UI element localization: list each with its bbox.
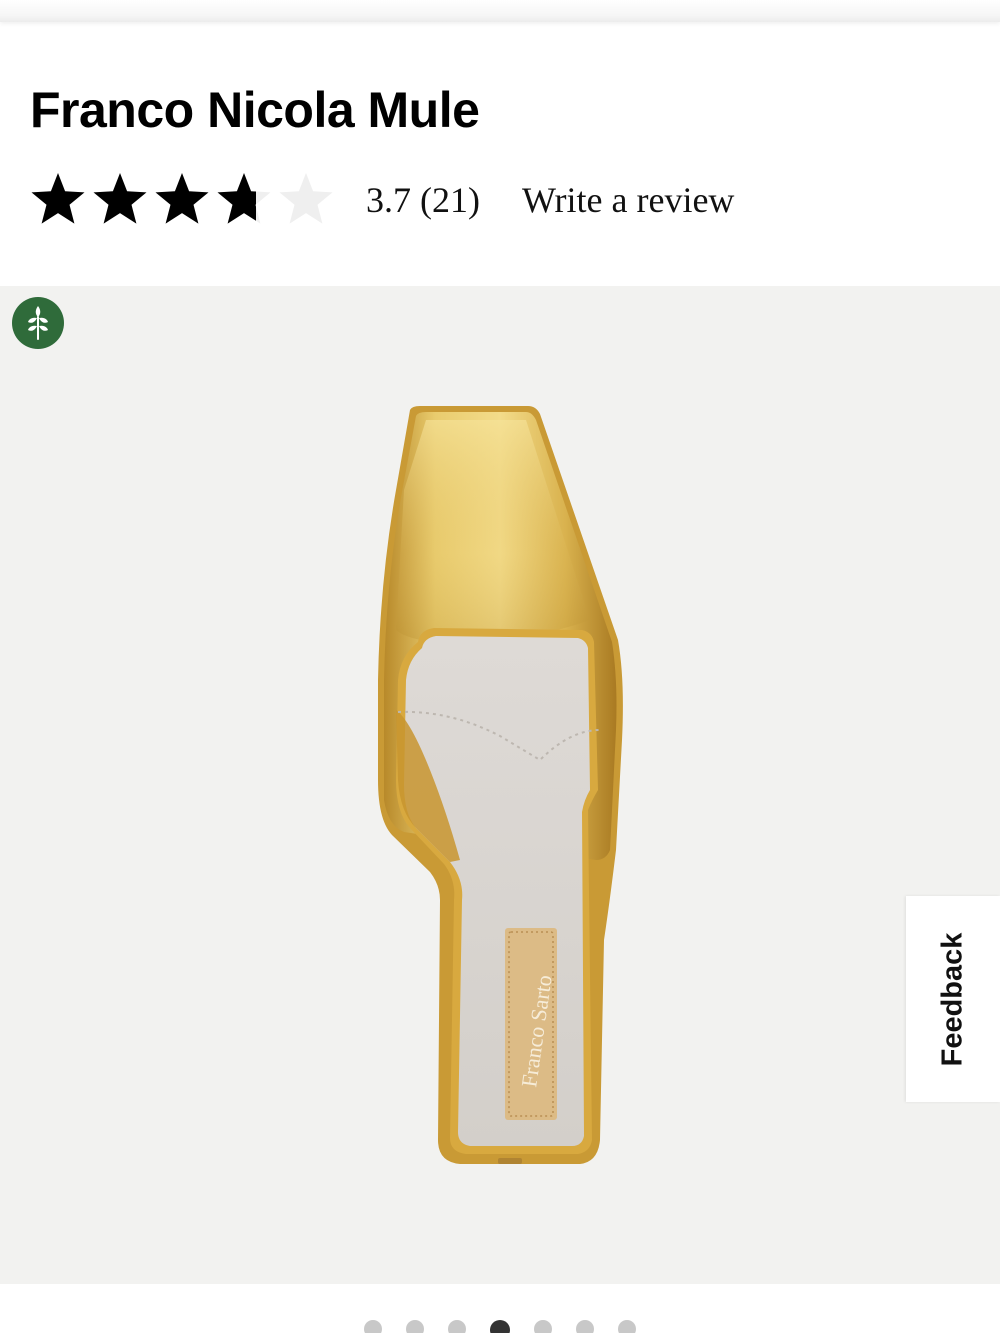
- feedback-label: Feedback: [936, 932, 969, 1066]
- pagination-dot[interactable]: [406, 1320, 424, 1333]
- product-title: Franco Nicola Mule: [30, 82, 480, 138]
- pagination-dot-active[interactable]: [490, 1320, 510, 1333]
- rating-summary[interactable]: 3.7 (21): [366, 179, 480, 221]
- star-icon: [214, 170, 274, 230]
- product-image[interactable]: Franco Sarto: [300, 380, 700, 1180]
- rating-row: 3.7 (21) Write a review: [28, 168, 734, 232]
- star-icon: [90, 170, 150, 230]
- star-icon: [28, 170, 88, 230]
- write-review-link[interactable]: Write a review: [522, 179, 734, 221]
- rating-stars[interactable]: [28, 170, 336, 230]
- pagination-dot[interactable]: [576, 1320, 594, 1333]
- header-bar-shadow: [0, 0, 1000, 22]
- pagination-dot[interactable]: [534, 1320, 552, 1333]
- leaf-sustainable-icon: [11, 296, 65, 350]
- feedback-tab[interactable]: Feedback: [906, 896, 1000, 1102]
- pagination-dot[interactable]: [618, 1320, 636, 1333]
- pagination-dot[interactable]: [448, 1320, 466, 1333]
- star-icon: [276, 170, 336, 230]
- pagination-dot[interactable]: [364, 1320, 382, 1333]
- gallery-pagination-dots: [0, 1320, 1000, 1333]
- star-icon: [152, 170, 212, 230]
